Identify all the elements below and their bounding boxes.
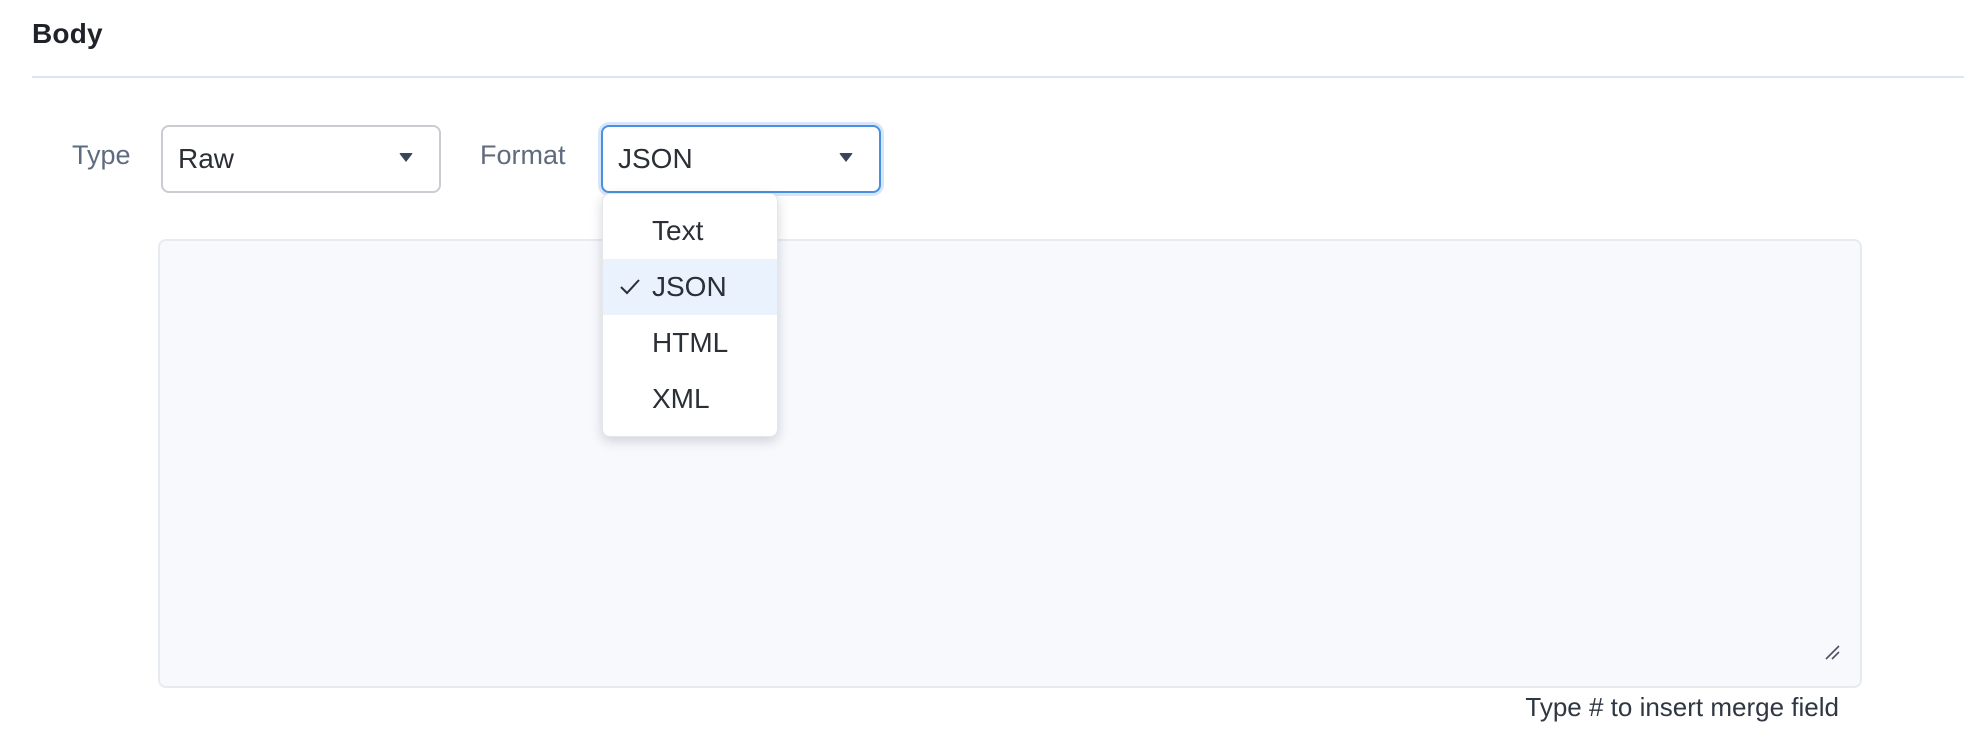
format-select[interactable]: JSON <box>601 125 881 193</box>
format-select-value: JSON <box>618 143 693 174</box>
format-option-text[interactable]: Text <box>603 203 777 259</box>
format-dropdown-menu: Text JSON HTML XML <box>602 193 778 437</box>
check-icon <box>620 279 640 295</box>
resize-handle-icon[interactable] <box>1824 644 1840 660</box>
format-option-json[interactable]: JSON <box>603 259 777 315</box>
caret-down-icon <box>399 153 413 162</box>
body-editor[interactable] <box>158 239 1862 688</box>
format-label: Format <box>480 140 566 170</box>
option-label: XML <box>652 383 710 414</box>
caret-down-icon <box>839 153 853 162</box>
section-divider <box>32 76 1964 78</box>
option-label: Text <box>652 215 704 246</box>
type-select[interactable]: Raw <box>161 125 441 193</box>
type-select-value: Raw <box>178 143 235 174</box>
section-title: Body <box>32 18 103 49</box>
merge-field-hint: Type # to insert merge field <box>1525 692 1839 722</box>
format-option-html[interactable]: HTML <box>603 315 777 371</box>
format-option-xml[interactable]: XML <box>603 371 777 427</box>
option-label: JSON <box>652 271 727 302</box>
type-label: Type <box>72 140 131 170</box>
option-label: HTML <box>652 327 729 358</box>
